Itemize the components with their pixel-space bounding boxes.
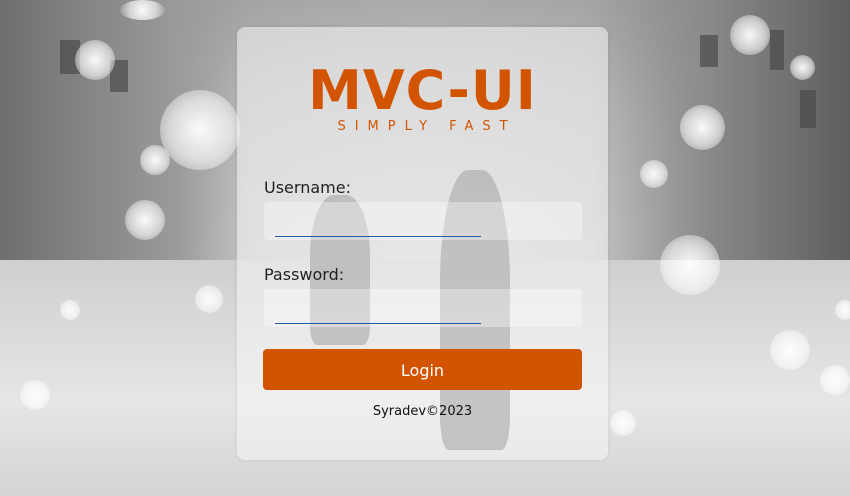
snowflake — [20, 380, 50, 410]
snowflake — [160, 90, 240, 170]
snowflake — [120, 0, 165, 20]
background-window — [800, 90, 816, 128]
snowflake — [125, 200, 165, 240]
snowflake — [640, 160, 668, 188]
copyright-text: Syradev©2023 — [372, 404, 473, 419]
snowflake — [820, 365, 850, 395]
username-label: Username: — [264, 178, 351, 197]
snowflake — [770, 330, 810, 370]
snowflake — [140, 145, 170, 175]
background-window — [770, 30, 784, 70]
snowflake — [790, 55, 815, 80]
snowflake — [60, 300, 80, 320]
password-label: Password: — [264, 265, 345, 284]
snowflake — [75, 40, 115, 80]
username-field[interactable] — [264, 202, 582, 240]
password-underline — [275, 323, 481, 324]
logo-title: MVC-UI — [308, 59, 537, 122]
username-underline — [275, 236, 481, 237]
username-field-wrapper — [264, 202, 582, 240]
password-field[interactable] — [264, 289, 582, 327]
snowflake — [195, 285, 223, 313]
brand-logo: MVC-UI SIMPLY FAST — [237, 59, 608, 135]
snowflake — [610, 410, 636, 436]
logo-tagline: SIMPLY FAST — [337, 119, 517, 134]
background-window — [700, 35, 718, 67]
snowflake — [835, 300, 850, 320]
snowflake — [730, 15, 770, 55]
login-button[interactable]: Login — [263, 349, 582, 390]
login-card: MVC-UI SIMPLY FAST Username: Password: L… — [237, 27, 608, 460]
password-field-wrapper — [264, 289, 582, 327]
snowflake — [680, 105, 725, 150]
snowflake — [660, 235, 720, 295]
